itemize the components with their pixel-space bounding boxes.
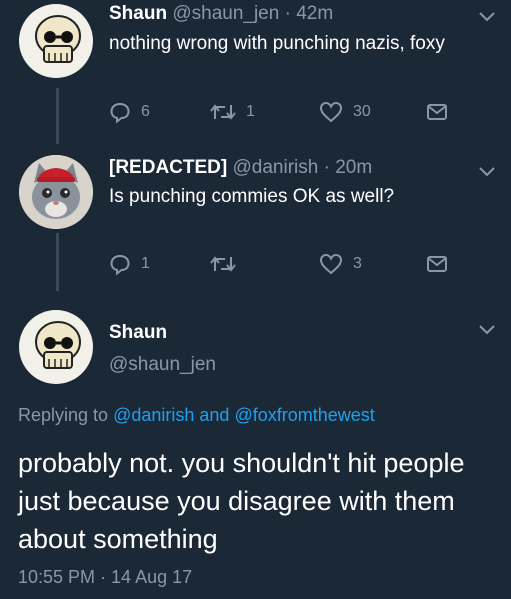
separator: · xyxy=(284,3,291,24)
avatar[interactable] xyxy=(19,4,93,78)
retweet-button[interactable]: 1 xyxy=(210,99,255,125)
tweet-text: nothing wrong with punching nazis, foxy xyxy=(109,33,445,54)
reply-count: 1 xyxy=(141,255,150,272)
like-count: 3 xyxy=(353,255,362,272)
display-name[interactable]: Shaun xyxy=(109,3,167,24)
replying-prefix: Replying to xyxy=(18,405,109,425)
avatar[interactable] xyxy=(19,155,93,229)
like-count: 30 xyxy=(353,103,371,120)
cat-avatar-icon xyxy=(19,155,93,229)
tweet-actions: 1 3 xyxy=(109,251,449,277)
user-handle[interactable]: @danirish xyxy=(233,157,319,178)
tweet-1[interactable]: Shaun @shaun_jen · 42m nothing wrong wit… xyxy=(0,0,511,140)
reply-count: 6 xyxy=(141,103,150,120)
tweet-2[interactable]: [REDACTED] @danirish · 20m Is punching c… xyxy=(0,150,511,285)
display-name[interactable]: Shaun xyxy=(109,322,167,344)
relative-time[interactable]: 20m xyxy=(335,157,372,178)
reply-icon xyxy=(110,102,130,123)
tweet-header: Shaun @shaun_jen · 42m xyxy=(109,3,333,25)
reply-icon xyxy=(110,254,130,275)
message-icon xyxy=(427,256,447,272)
avatar[interactable] xyxy=(19,310,93,384)
chevron-down-icon[interactable] xyxy=(477,10,497,24)
user-handle[interactable]: @shaun_jen xyxy=(172,3,279,24)
tweet-text: probably not. you shouldn't hit people j… xyxy=(18,448,465,554)
tweet-thread: Shaun @shaun_jen · 42m nothing wrong wit… xyxy=(0,0,511,599)
skull-avatar-icon xyxy=(35,321,81,369)
like-button[interactable]: 3 xyxy=(319,251,362,277)
mention-link[interactable]: @foxfromthewest xyxy=(234,405,374,425)
skull-avatar-icon xyxy=(35,15,81,63)
and-link[interactable]: and xyxy=(199,405,229,425)
thread-connector xyxy=(56,88,59,144)
thread-connector xyxy=(56,233,59,291)
replying-to: Replying to @danirish and @foxfromthewes… xyxy=(18,405,375,426)
reply-button[interactable]: 6 xyxy=(109,99,150,125)
retweet-icon xyxy=(210,104,236,120)
display-name[interactable]: [REDACTED] xyxy=(109,157,227,178)
tweet-header: [REDACTED] @danirish · 20m xyxy=(109,157,372,179)
chevron-down-icon[interactable] xyxy=(477,323,497,337)
like-button[interactable]: 30 xyxy=(319,99,371,125)
like-icon xyxy=(319,101,343,123)
mention-link[interactable]: @danirish xyxy=(113,405,194,425)
like-icon xyxy=(319,253,343,275)
message-icon xyxy=(427,104,447,120)
reply-button[interactable]: 1 xyxy=(109,251,150,277)
tweet-actions: 6 1 30 xyxy=(109,99,449,125)
tweet-timestamp[interactable]: 10:55 PM · 14 Aug 17 xyxy=(18,567,192,588)
separator: · xyxy=(323,157,330,178)
tweet-text: Is punching commies OK as well? xyxy=(109,186,395,207)
retweet-icon xyxy=(210,256,236,272)
message-button[interactable] xyxy=(426,251,448,277)
chevron-down-icon[interactable] xyxy=(477,165,497,179)
retweet-button[interactable] xyxy=(210,251,246,277)
relative-time[interactable]: 42m xyxy=(296,3,333,24)
user-handle[interactable]: @shaun_jen xyxy=(109,354,216,376)
message-button[interactable] xyxy=(426,99,448,125)
retweet-count: 1 xyxy=(246,103,255,120)
